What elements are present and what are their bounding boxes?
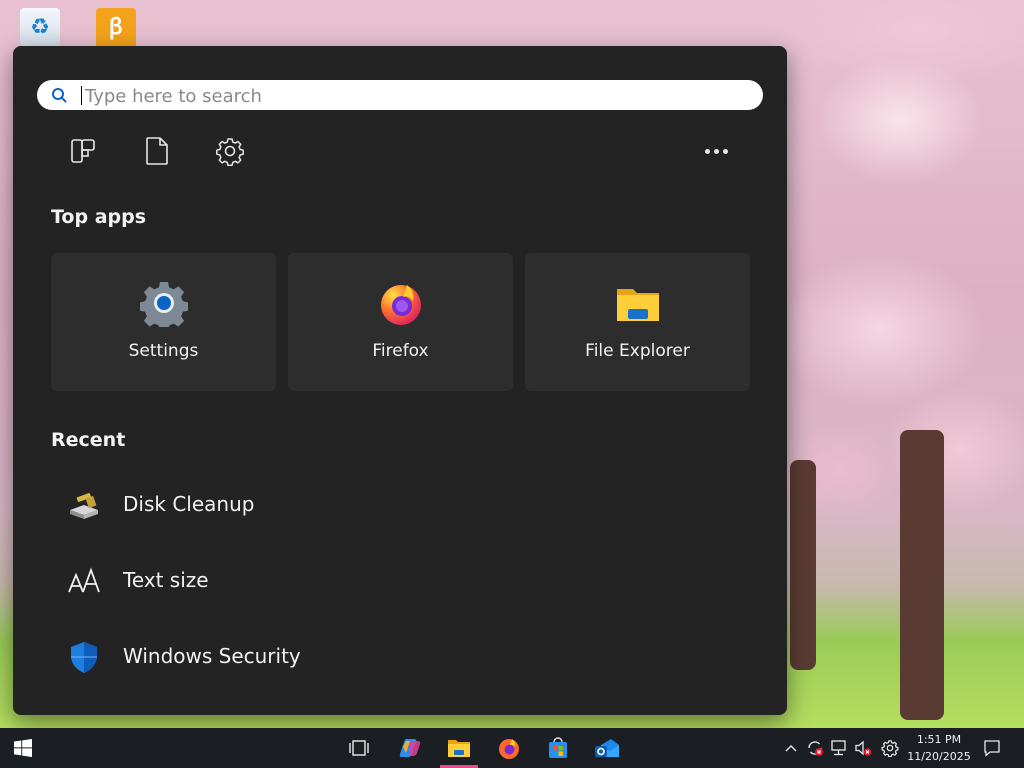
documents-button[interactable]	[140, 134, 174, 168]
tree-trunk	[900, 430, 944, 720]
document-icon	[146, 137, 168, 165]
copilot-icon	[399, 739, 421, 757]
settings-gear-icon	[139, 282, 188, 327]
start-button[interactable]	[4, 732, 42, 764]
start-menu: Top apps Settings Firefox	[13, 46, 787, 715]
clock-date: 11/20/2025	[907, 750, 971, 763]
search-input[interactable]	[83, 84, 747, 108]
chevron-up-icon	[785, 745, 797, 752]
recycle-bin-icon[interactable]: ♻	[20, 8, 60, 48]
recent-item-text-size[interactable]: Text size	[51, 556, 751, 604]
show-hidden-icons-button[interactable]	[781, 738, 801, 758]
recent-item-disk-cleanup[interactable]: Disk Cleanup	[51, 480, 751, 528]
text-caret	[81, 86, 82, 105]
settings-tray-button[interactable]	[880, 738, 900, 758]
settings-button[interactable]	[213, 134, 247, 168]
top-apps-heading: Top apps	[51, 206, 147, 228]
apps-grid-icon	[71, 139, 95, 163]
taskbar-firefox-button[interactable]	[490, 732, 528, 764]
text-size-icon	[68, 567, 100, 593]
task-view-button[interactable]	[340, 732, 378, 764]
recent-heading: Recent	[51, 429, 126, 451]
clock-time: 1:51 PM	[916, 733, 962, 746]
disk-cleanup-icon	[70, 493, 98, 519]
outlook-icon	[595, 739, 619, 757]
microsoft-store-button[interactable]	[539, 732, 577, 764]
tree-trunk	[790, 460, 816, 670]
notification-icon	[984, 740, 1000, 757]
folder-icon	[616, 289, 659, 321]
microsoft-store-icon	[549, 737, 567, 758]
recent-item-label: Windows Security	[123, 644, 301, 668]
settings-icon	[881, 740, 899, 757]
recent-item-windows-security[interactable]: Windows Security	[51, 632, 751, 680]
onedrive-sync-status[interactable]	[805, 738, 825, 758]
app-tile-label: File Explorer	[585, 341, 690, 361]
copilot-button[interactable]	[391, 732, 429, 764]
desktop-app-icon[interactable]: ꞵ	[96, 8, 136, 48]
search-icon	[52, 88, 67, 103]
app-tile-settings[interactable]: Settings	[51, 253, 276, 391]
network-status[interactable]	[829, 738, 849, 758]
file-explorer-icon	[448, 740, 470, 757]
taskbar-file-explorer-button[interactable]	[440, 732, 478, 768]
firefox-icon	[380, 285, 421, 325]
apps-grid-button[interactable]	[66, 134, 100, 168]
outlook-button[interactable]	[588, 732, 626, 764]
app-tile-file-explorer[interactable]: File Explorer	[525, 253, 750, 391]
volume-muted-icon	[855, 740, 872, 756]
more-options-button[interactable]	[699, 134, 733, 168]
app-tile-firefox[interactable]: Firefox	[288, 253, 513, 391]
taskbar: 1:51 PM 11/20/2025	[0, 728, 1024, 768]
action-center-button[interactable]	[982, 738, 1002, 758]
ellipsis-icon	[704, 148, 710, 154]
windows-start-icon	[14, 739, 32, 757]
task-view-icon	[349, 740, 369, 756]
firefox-icon	[499, 739, 519, 759]
volume-control[interactable]	[853, 738, 873, 758]
app-tile-label: Settings	[128, 341, 199, 361]
gear-icon	[216, 138, 244, 166]
recent-item-label: Disk Cleanup	[123, 492, 255, 516]
network-icon	[831, 740, 846, 756]
taskbar-clock[interactable]: 1:51 PM 11/20/2025	[904, 731, 974, 765]
shield-icon	[71, 642, 97, 673]
search-box[interactable]	[37, 80, 763, 110]
sync-error-icon	[808, 741, 823, 756]
recent-item-label: Text size	[123, 568, 209, 592]
app-tile-label: Firefox	[372, 341, 429, 361]
